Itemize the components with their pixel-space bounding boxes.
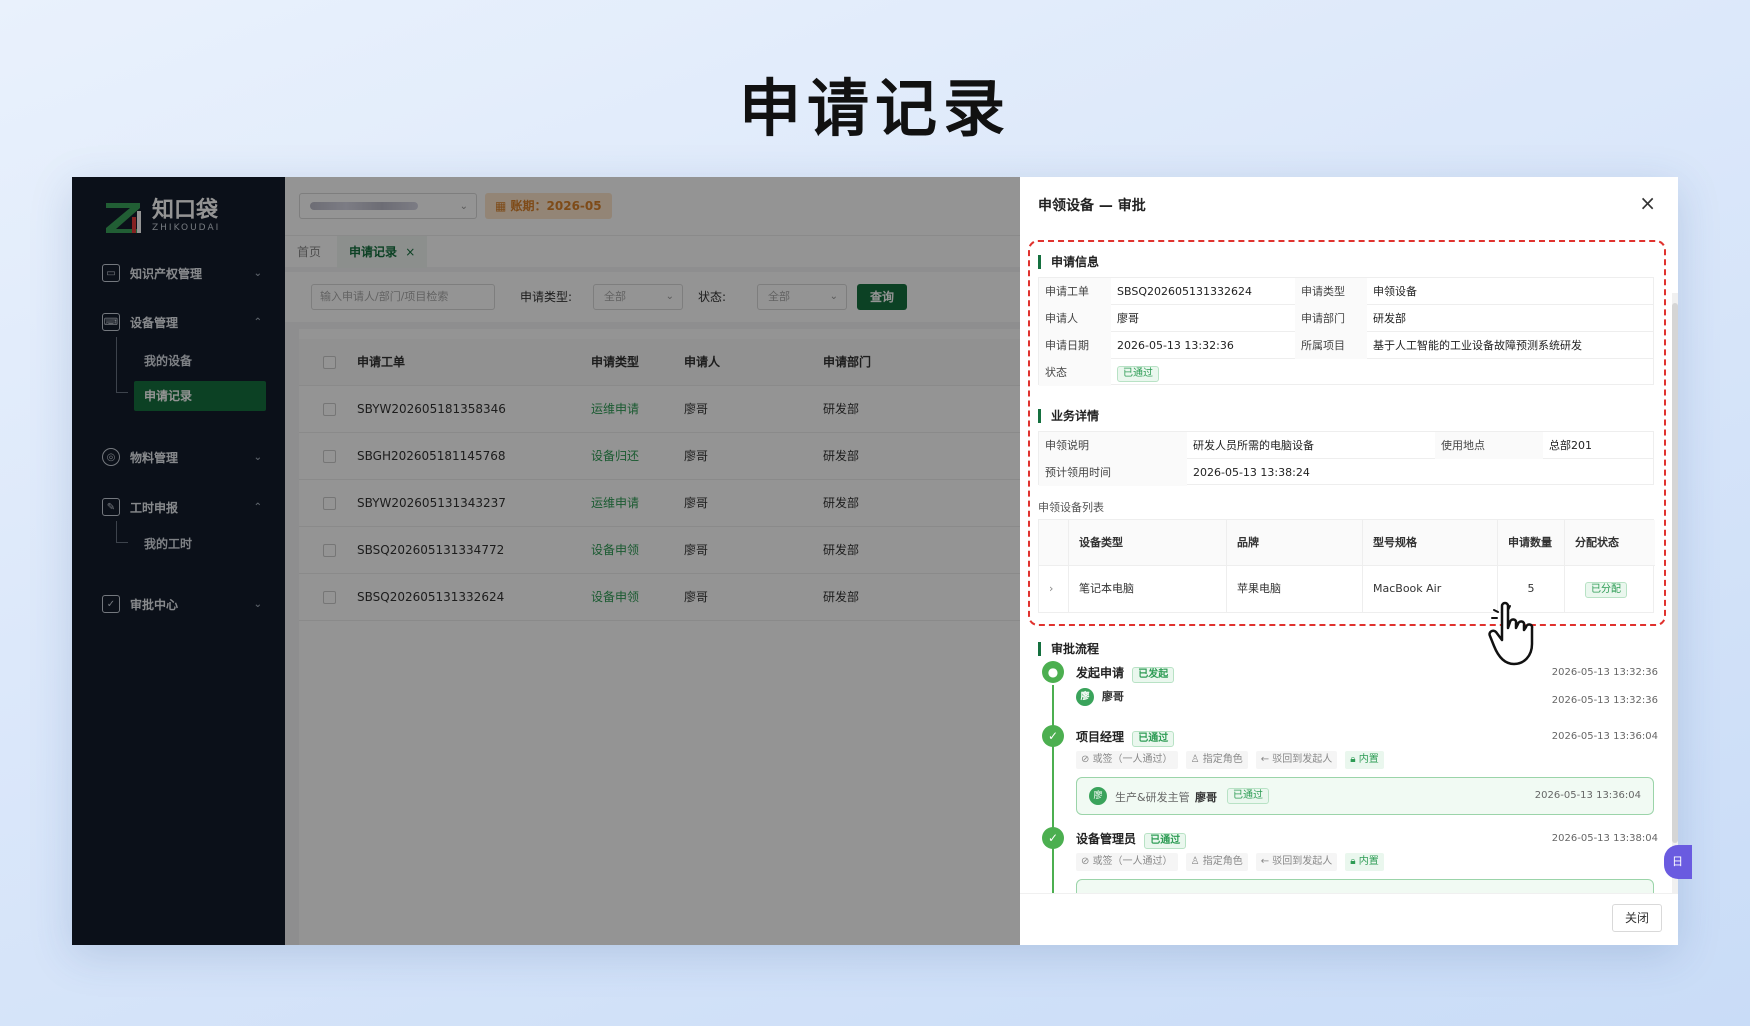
flow-step-title: 发起申请 已发起 [1076,664,1175,683]
check-icon: ✓ [1042,725,1064,747]
drawer-body: 申请信息 申请工单 SBSQ202605131332624 申请类型 申领设备 … [1020,233,1678,893]
user-name: 廖哥 [1101,690,1124,703]
rule-chip: ♙ 指定角色 [1185,751,1248,769]
approver-name: 廖哥 [1195,791,1217,804]
page-title: 申请记录 [738,72,1011,145]
drawer-title: 申领设备 — 审批 [1038,198,1146,214]
rule-chip: ♙ 指定角色 [1185,853,1248,871]
rule-chip: 🔒︎ 内置 [1345,751,1384,769]
avatar: 廖 [1076,688,1094,706]
rule-chip: 🔒︎ 内置 [1345,853,1384,871]
pointer-hand-icon [1488,601,1534,666]
rule-chip: ← 驳回到发起人 [1255,853,1338,871]
step-user: 廖 廖哥 [1076,688,1124,706]
status-badge: 已通过 [1132,731,1175,747]
modal-overlay[interactable] [72,177,1020,945]
step-time: 2026-05-13 13:36:04 [1551,731,1658,742]
status-badge: 已通过 [1144,833,1187,849]
avatar: 廖 [1089,787,1107,805]
status-badge: 已发起 [1132,667,1175,683]
flow-step-title: 设备管理员 已通过 [1076,830,1187,849]
rule-chip: ⊘ 或签（一人通过） [1076,853,1178,871]
approver-card-partial [1076,879,1654,893]
approver-role: 生产&研发主管 [1115,791,1190,804]
drawer-footer: 关闭 [1020,893,1678,945]
floating-assistant-button[interactable]: 日 [1664,845,1692,879]
user-icon: ● [1042,661,1064,683]
app-window: 知口袋 ZHIKOUDAI ▭ 知识产权管理 ⌄ ⌨ 设备管理 ⌃ 我的设备 申… [72,177,1678,945]
step-name: 项目经理 [1076,730,1125,744]
rule-chip: ⊘ 或签（一人通过） [1076,751,1178,769]
step-name: 设备管理员 [1076,832,1137,846]
check-icon: ✓ [1042,827,1064,849]
section-title-flow: 审批流程 [1038,642,1099,656]
flow-step-title: 项目经理 已通过 [1076,728,1175,747]
approval-time: 2026-05-13 13:36:04 [1534,790,1641,801]
step-rules: ⊘ 或签（一人通过） ♙ 指定角色 ← 驳回到发起人 🔒︎ 内置 [1076,853,1384,871]
approver-card: 廖 生产&研发主管 廖哥 已通过 2026-05-13 13:36:04 [1076,777,1654,815]
highlight-box [1028,240,1666,626]
status-badge: 已通过 [1227,788,1269,804]
step-time: 2026-05-13 13:32:36 [1551,667,1658,678]
close-icon[interactable]: × [1639,191,1656,215]
step-time: 2026-05-13 13:38:04 [1551,833,1658,844]
step-name: 发起申请 [1076,666,1125,680]
close-button[interactable]: 关闭 [1612,904,1662,932]
step-time: 2026-05-13 13:32:36 [1551,695,1658,706]
rule-chip: ← 驳回到发起人 [1255,751,1338,769]
scrollbar-thumb[interactable] [1672,303,1678,843]
step-rules: ⊘ 或签（一人通过） ♙ 指定角色 ← 驳回到发起人 🔒︎ 内置 [1076,751,1384,769]
flow-connector [1052,685,1054,893]
approval-drawer: 申领设备 — 审批 × 申请信息 申请工单 SBSQ20260513133262… [1020,177,1678,945]
